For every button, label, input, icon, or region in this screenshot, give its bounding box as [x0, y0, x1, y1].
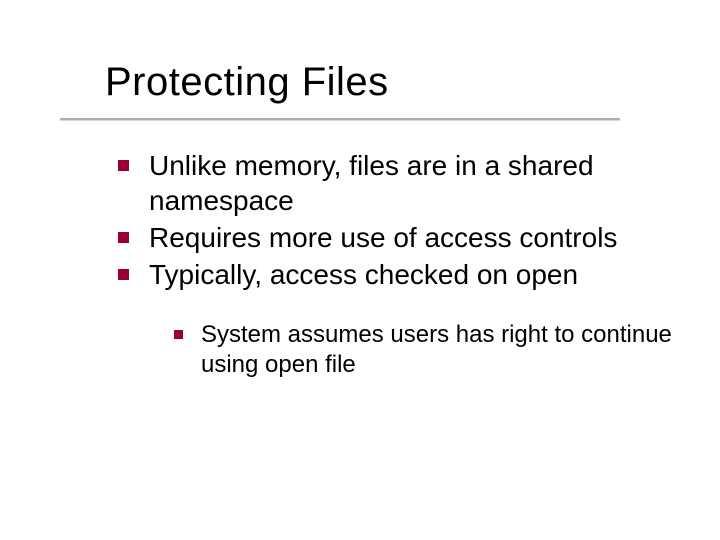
list-item: System assumes users has right to contin…: [174, 320, 674, 380]
bullet-text: Requires more use of access controls: [149, 220, 617, 255]
bullet-list-level1: Unlike memory, files are in a shared nam…: [118, 148, 678, 294]
list-item: Typically, access checked on open: [118, 257, 678, 292]
square-bullet-icon: [174, 330, 183, 339]
bullet-text: Typically, access checked on open: [149, 257, 578, 292]
square-bullet-icon: [118, 160, 129, 171]
slide-title: Protecting Files: [105, 60, 389, 105]
bullet-text: Unlike memory, files are in a shared nam…: [149, 148, 678, 218]
list-item: Unlike memory, files are in a shared nam…: [118, 148, 678, 218]
bullet-text: System assumes users has right to contin…: [201, 320, 674, 380]
list-item: Requires more use of access controls: [118, 220, 678, 255]
square-bullet-icon: [118, 269, 129, 280]
square-bullet-icon: [118, 232, 129, 243]
title-underline: [60, 118, 620, 120]
bullet-list-level2: System assumes users has right to contin…: [174, 320, 674, 380]
slide: Protecting Files Unlike memory, files ar…: [0, 0, 720, 540]
